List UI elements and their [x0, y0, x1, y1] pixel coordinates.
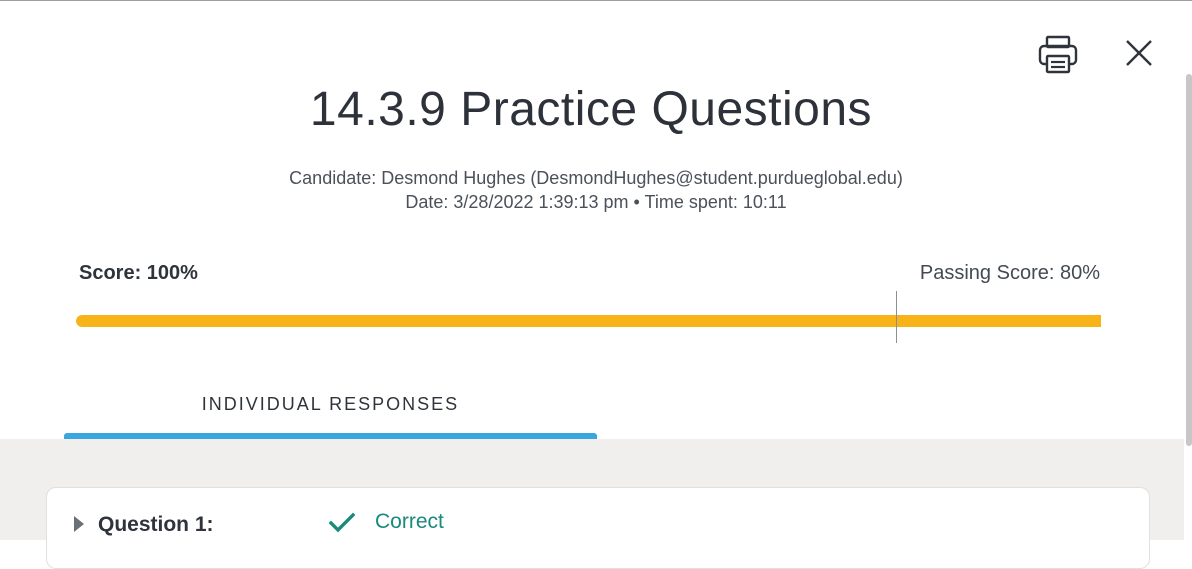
passing-score-marker [896, 291, 897, 343]
page-title: 14.3.9 Practice Questions [309, 83, 873, 136]
tab-individual-responses[interactable]: INDIVIDUAL RESPONSES [64, 394, 597, 424]
checkmark-icon [329, 512, 355, 533]
printer-icon [1038, 35, 1078, 74]
score-progress-bar [76, 315, 1101, 327]
candidate-info: Candidate: Desmond Hughes (DesmondHughes… [289, 168, 903, 188]
window-top-border [0, 0, 1192, 1]
passing-score-label: Passing Score: 80% [919, 262, 1100, 284]
question-label: Question 1: [98, 513, 214, 536]
date-time-info: Date: 3/28/2022 1:39:13 pm • Time spent:… [405, 192, 787, 212]
scrollbar-thumb[interactable] [1186, 74, 1192, 446]
score-label: Score: 100% [79, 262, 198, 284]
expand-arrow-icon[interactable] [74, 516, 84, 532]
question-status: Correct [375, 510, 444, 533]
score-progress-fill [76, 315, 1101, 327]
print-button[interactable] [1036, 34, 1080, 76]
close-button[interactable] [1122, 36, 1156, 70]
close-icon [1126, 40, 1152, 66]
